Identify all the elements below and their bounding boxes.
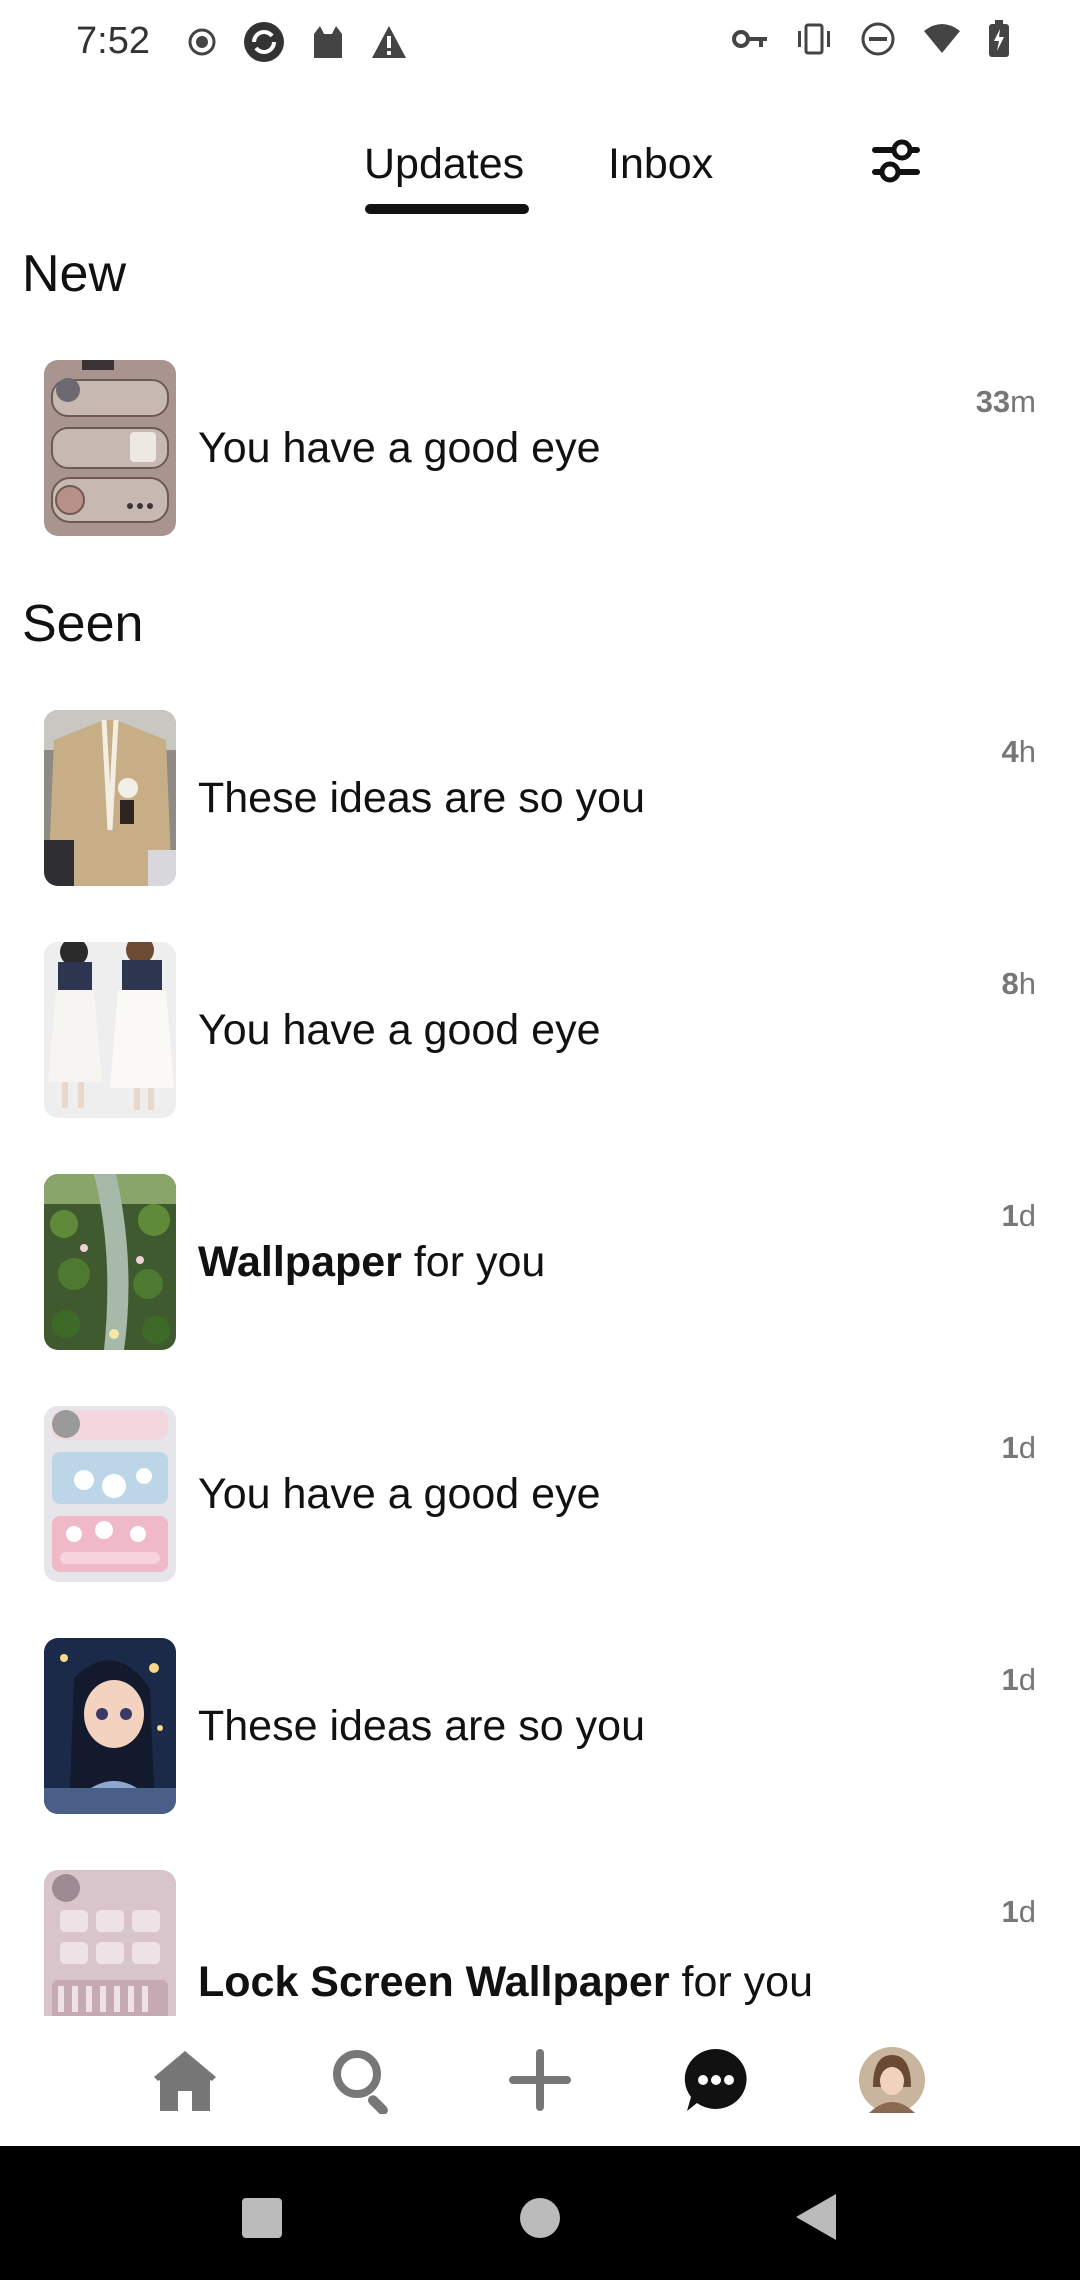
notification-text: You have a good eye	[198, 424, 601, 472]
recents-button[interactable]	[242, 2198, 282, 2243]
lock-screen-thumbnail	[44, 1870, 176, 2016]
sync-icon	[242, 20, 286, 64]
status-time: 7:52	[76, 20, 150, 62]
section-header-new: New	[22, 245, 127, 303]
notification-time: 33m	[975, 384, 1036, 419]
phone-widget-thumbnail	[44, 360, 176, 536]
notification-time: 1d	[1001, 1430, 1037, 1465]
notification-time: 1d	[1001, 1894, 1037, 1929]
notification-time: 8h	[1001, 966, 1037, 1001]
anime-girl-thumbnail	[44, 1638, 176, 1814]
filter-button[interactable]	[868, 136, 924, 186]
dnd-icon	[860, 21, 896, 57]
notification-text: These ideas are so you	[198, 1702, 645, 1750]
circle-icon	[520, 2198, 560, 2242]
cardigan-thumbnail	[44, 710, 176, 886]
square-icon	[242, 2198, 282, 2242]
notification-time: 1d	[1001, 1662, 1037, 1697]
notification-item[interactable]: Wallpaper for you 1d	[0, 1174, 1080, 1374]
warning-icon	[370, 24, 408, 60]
notification-item[interactable]: You have a good eye 33m	[0, 360, 1080, 560]
wifi-icon	[922, 23, 962, 55]
home-button[interactable]	[520, 2198, 560, 2243]
avatar	[859, 2046, 925, 2118]
nav-create[interactable]	[500, 2042, 580, 2122]
record-icon	[186, 26, 218, 58]
active-tab-indicator	[365, 204, 529, 214]
system-nav-bar	[0, 2146, 1080, 2280]
notification-text: You have a good eye	[198, 1470, 601, 1518]
pink-widget-thumbnail	[44, 1406, 176, 1582]
white-dress-thumbnail	[44, 942, 176, 1118]
back-button[interactable]	[796, 2194, 836, 2245]
plus-icon	[507, 2047, 573, 2118]
notification-item[interactable]: These ideas are so you 1d	[0, 1638, 1080, 1838]
key-icon	[732, 27, 768, 51]
notification-time: 1d	[1001, 1198, 1037, 1233]
notification-text: You have a good eye	[198, 1006, 601, 1054]
sliders-icon	[868, 139, 924, 190]
back-triangle-icon	[796, 2194, 836, 2244]
notification-time: 4h	[1001, 734, 1037, 769]
tab-inbox[interactable]: Inbox	[608, 140, 713, 189]
vibrate-icon	[794, 23, 834, 55]
section-header-seen: Seen	[22, 595, 144, 653]
notification-item[interactable]: Lock Screen Wallpaper for you 1d	[0, 1870, 1080, 2016]
search-icon	[329, 2046, 397, 2119]
chat-icon	[683, 2047, 749, 2118]
notification-item[interactable]: You have a good eye 8h	[0, 942, 1080, 1142]
nav-search[interactable]	[323, 2042, 403, 2122]
bottom-nav	[0, 2016, 1080, 2146]
notification-item[interactable]: These ideas are so you 4h	[0, 710, 1080, 910]
nav-messages[interactable]	[676, 2042, 756, 2122]
notifications-screen: 7:52 Updates Inbox New You have a good e…	[0, 0, 1080, 2280]
notification-item[interactable]: You have a good eye 1d	[0, 1406, 1080, 1606]
lily-pond-thumbnail	[44, 1174, 176, 1350]
status-bar: 7:52	[0, 0, 1080, 88]
battery-icon	[988, 20, 1010, 58]
tab-updates[interactable]: Updates	[364, 140, 524, 189]
cat-icon	[310, 24, 346, 60]
notification-text: Wallpaper for you	[198, 1238, 546, 1286]
nav-home[interactable]	[145, 2042, 225, 2122]
home-icon	[152, 2047, 218, 2118]
nav-profile[interactable]	[852, 2042, 932, 2122]
notification-text: Lock Screen Wallpaper for you	[198, 1958, 813, 2006]
notification-text: These ideas are so you	[198, 774, 645, 822]
